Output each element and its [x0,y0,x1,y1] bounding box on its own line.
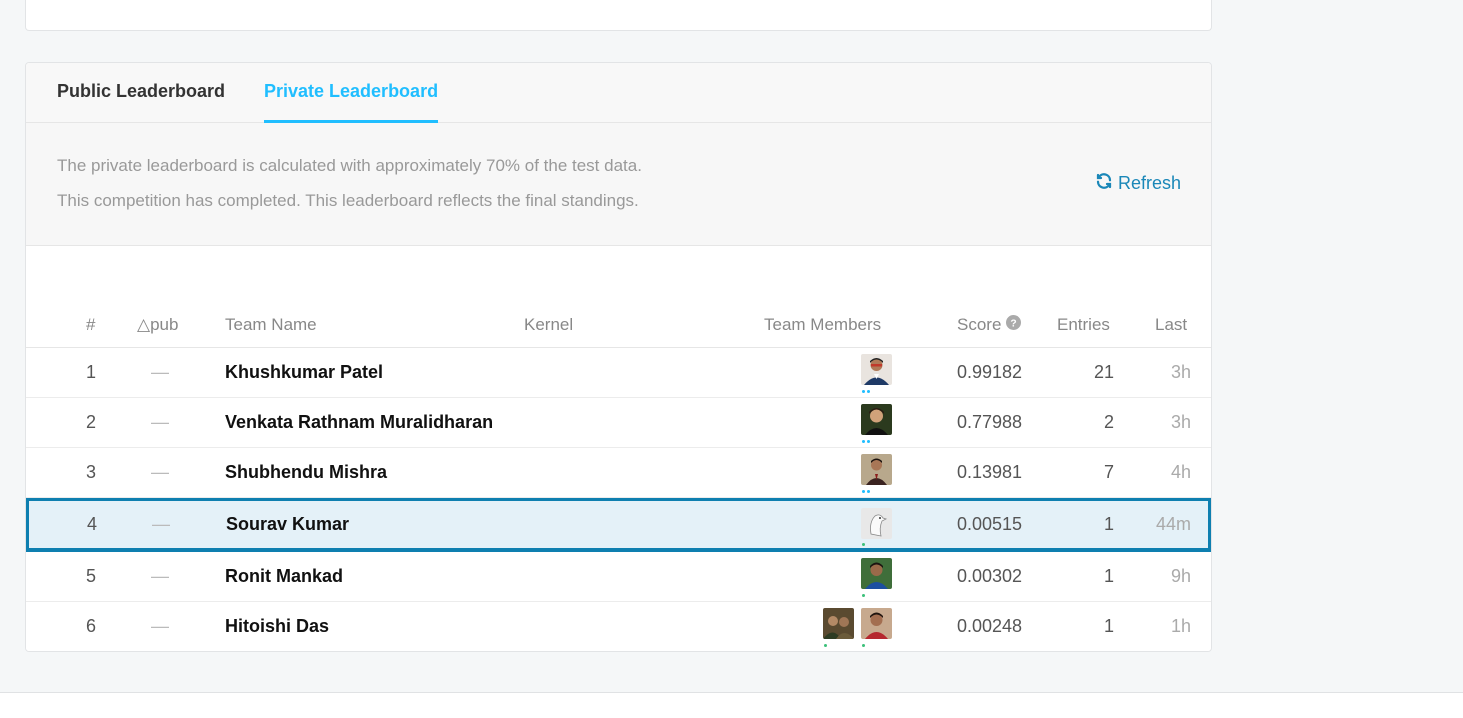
team-member-avatar[interactable] [861,454,892,485]
delta-cell: — [151,616,169,636]
last-cell: 9h [1170,566,1191,586]
header-kernel: Kernel [524,315,574,334]
header-last[interactable]: Last [1155,315,1187,335]
team-name-link[interactable]: Hitoishi Das [225,602,329,651]
table-row[interactable]: 2 — Venkata Rathnam Muralidharan 0.77988… [26,398,1211,448]
previous-card [25,0,1212,31]
rank-cell: 3 [85,462,96,482]
rank-cell: 6 [85,616,96,636]
header-score-label: Score [957,315,1002,334]
page-footer [0,693,1463,718]
tier-indicator [824,644,827,648]
team-name-link[interactable]: Venkata Rathnam Muralidharan [225,398,493,447]
help-icon[interactable]: ? [1006,315,1022,335]
tab-private-leaderboard[interactable]: Private Leaderboard [264,63,439,123]
last-cell: 3h [1170,362,1191,382]
header-delta-pub[interactable]: △pub [137,315,178,335]
entries-cell: 1 [1103,514,1114,534]
table-row[interactable]: 3 — Shubhendu Mishra 0.13981 7 4h [26,448,1211,498]
entries-cell: 2 [1103,412,1114,432]
team-member-avatar[interactable] [861,558,892,589]
team-member-avatar[interactable] [861,608,892,639]
info-text-completed: This competition has completed. This lea… [57,191,639,210]
entries-cell: 7 [1103,462,1114,482]
score-cell: 0.00515 [957,514,1023,534]
entries-cell: 1 [1103,616,1114,636]
tier-indicator [862,440,870,444]
rank-cell: 5 [85,566,96,586]
last-cell: 44m [1155,514,1191,534]
leaderboard-info: The private leaderboard is calculated wi… [26,123,1211,246]
header-entries[interactable]: Entries [1057,315,1110,335]
score-cell: 0.00248 [957,616,1023,636]
last-cell: 3h [1170,412,1191,432]
last-cell: 1h [1170,616,1191,636]
rank-cell: 1 [85,362,96,382]
refresh-icon [1095,172,1113,195]
tier-indicator [862,543,865,547]
tier-indicator [862,594,865,598]
refresh-label: Refresh [1117,173,1181,193]
header-rank[interactable]: # [86,315,95,335]
score-cell: 0.13981 [957,462,1023,482]
info-text-private: The private leaderboard is calculated wi… [57,156,642,175]
delta-cell: — [151,566,169,586]
leaderboard-card: Public Leaderboard Private Leaderboard T… [25,62,1212,652]
team-name-link[interactable]: Ronit Mankad [225,552,343,601]
delta-cell: — [151,412,169,432]
entries-cell: 21 [1093,362,1114,382]
entries-cell: 1 [1103,566,1114,586]
tab-public-leaderboard[interactable]: Public Leaderboard [57,63,225,120]
table-row[interactable]: 6 — Hitoishi Das 0.00248 1 1h [26,602,1211,651]
score-cell: 0.00302 [957,566,1023,586]
svg-text:?: ? [1011,318,1017,329]
team-name-link[interactable]: Khushkumar Patel [225,348,383,397]
rank-cell: 4 [86,514,97,534]
delta-cell: — [151,362,169,382]
team-member-avatar[interactable] [861,354,892,385]
team-member-avatar[interactable] [823,608,854,639]
leaderboard-tabs: Public Leaderboard Private Leaderboard [26,63,1211,123]
header-team-members: Team Members [764,315,882,334]
table-row[interactable]: 5 — Ronit Mankad 0.00302 1 9h [26,552,1211,602]
tier-indicator [862,644,865,648]
header-team-name[interactable]: Team Name [225,315,317,335]
rank-cell: 2 [85,412,96,432]
tier-indicator [862,390,870,394]
score-cell: 0.77988 [957,412,1023,432]
score-cell: 0.99182 [957,362,1023,382]
team-name-link[interactable]: Sourav Kumar [226,501,349,547]
table-row-current-user[interactable]: 4 — Sourav Kumar 0.00515 1 44m [26,498,1211,552]
team-name-link[interactable]: Shubhendu Mishra [225,448,387,497]
refresh-button[interactable]: Refresh [1095,172,1181,195]
delta-cell: — [151,462,169,482]
team-member-avatar[interactable] [861,404,892,435]
tier-indicator [862,490,870,494]
table-row[interactable]: 1 — Khushkumar Patel 0.99182 21 3h [26,348,1211,398]
last-cell: 4h [1170,462,1191,482]
team-member-avatar[interactable] [861,508,892,539]
delta-cell: — [152,514,170,534]
header-score[interactable]: Score ? [957,315,1022,335]
